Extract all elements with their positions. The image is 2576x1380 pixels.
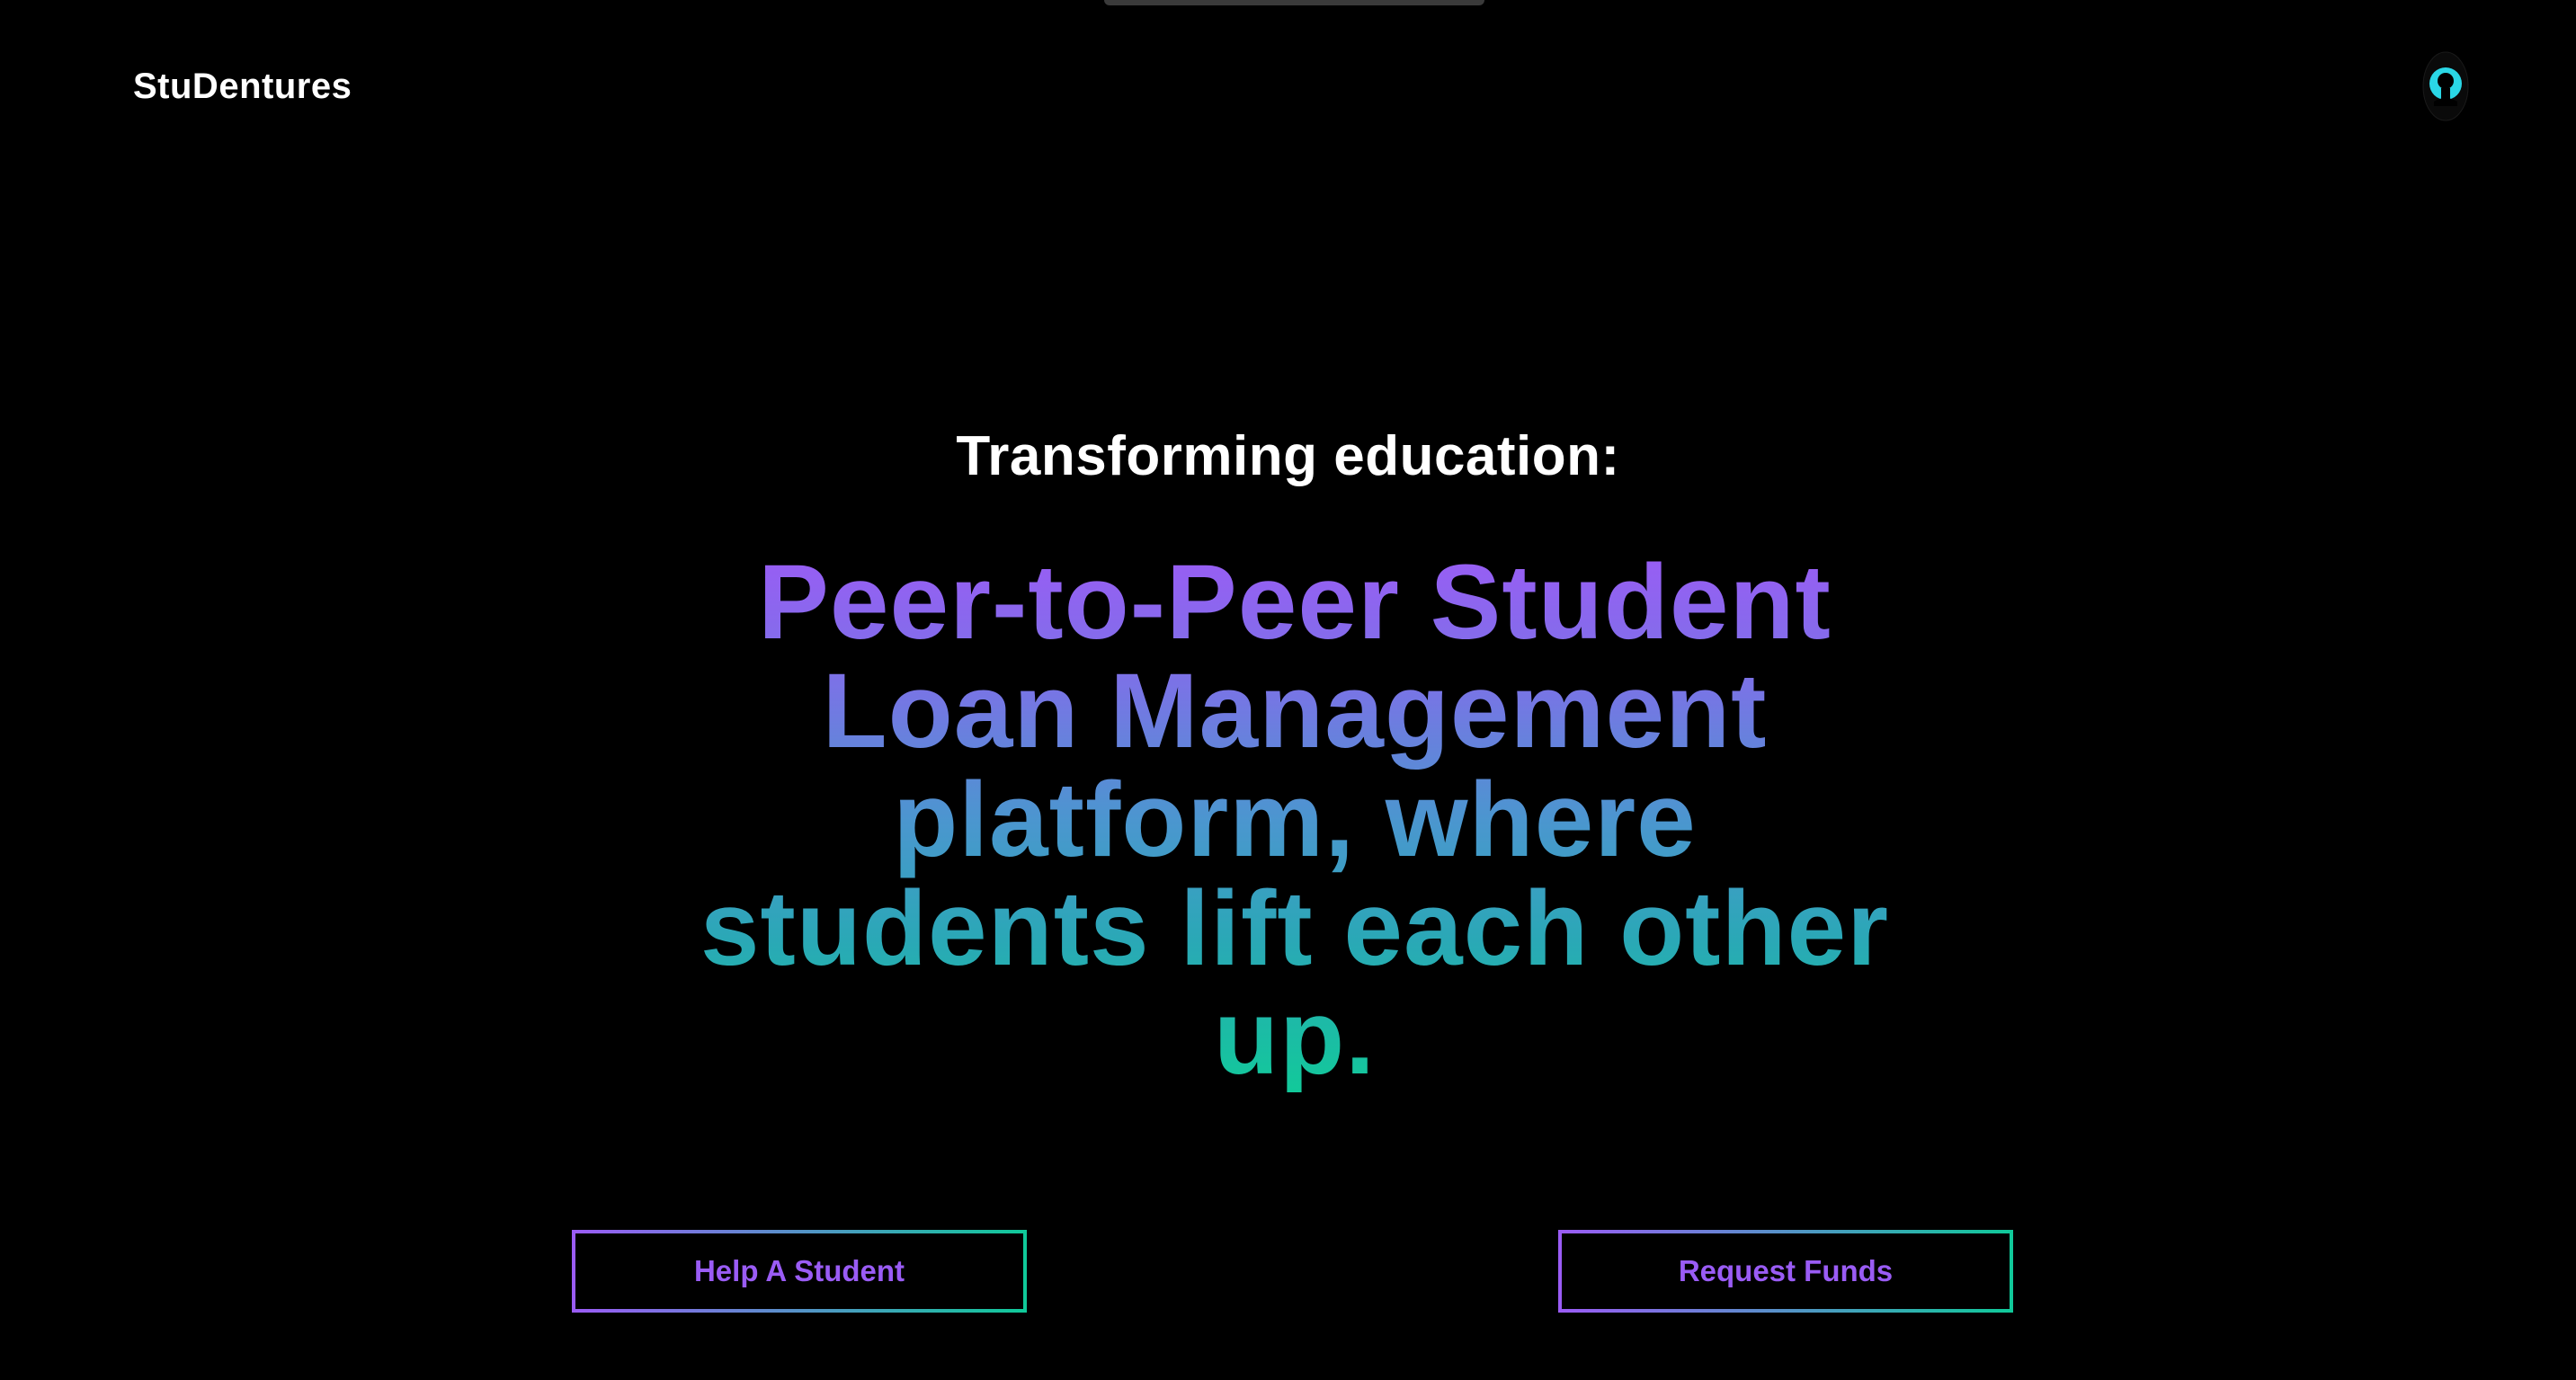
user-avatar-icon — [2422, 51, 2469, 121]
hero-eyebrow: Transforming education: — [956, 425, 1620, 487]
brand-logo[interactable]: StuDentures — [133, 67, 352, 107]
help-a-student-button[interactable]: Help A Student — [572, 1230, 1027, 1313]
headline-line: up. — [1214, 978, 1376, 1097]
landing-page: StuDentures Transforming education: Peer… — [0, 0, 2576, 1380]
headline-line: Peer-to-Peer Student — [758, 543, 1832, 662]
headline-line: platform, where — [893, 761, 1697, 879]
headline-line: Loan Management — [822, 652, 1768, 770]
profile-button[interactable] — [2421, 50, 2470, 122]
hero-headline: Peer-to-Peer Student Loan Management pla… — [629, 548, 1960, 1092]
drag-handle[interactable] — [1104, 0, 1484, 5]
headline-line: students lift each other — [700, 869, 1890, 988]
request-funds-button[interactable]: Request Funds — [1558, 1230, 2013, 1313]
hero-headline-container: Peer-to-Peer Student Loan Management pla… — [629, 548, 1960, 1092]
